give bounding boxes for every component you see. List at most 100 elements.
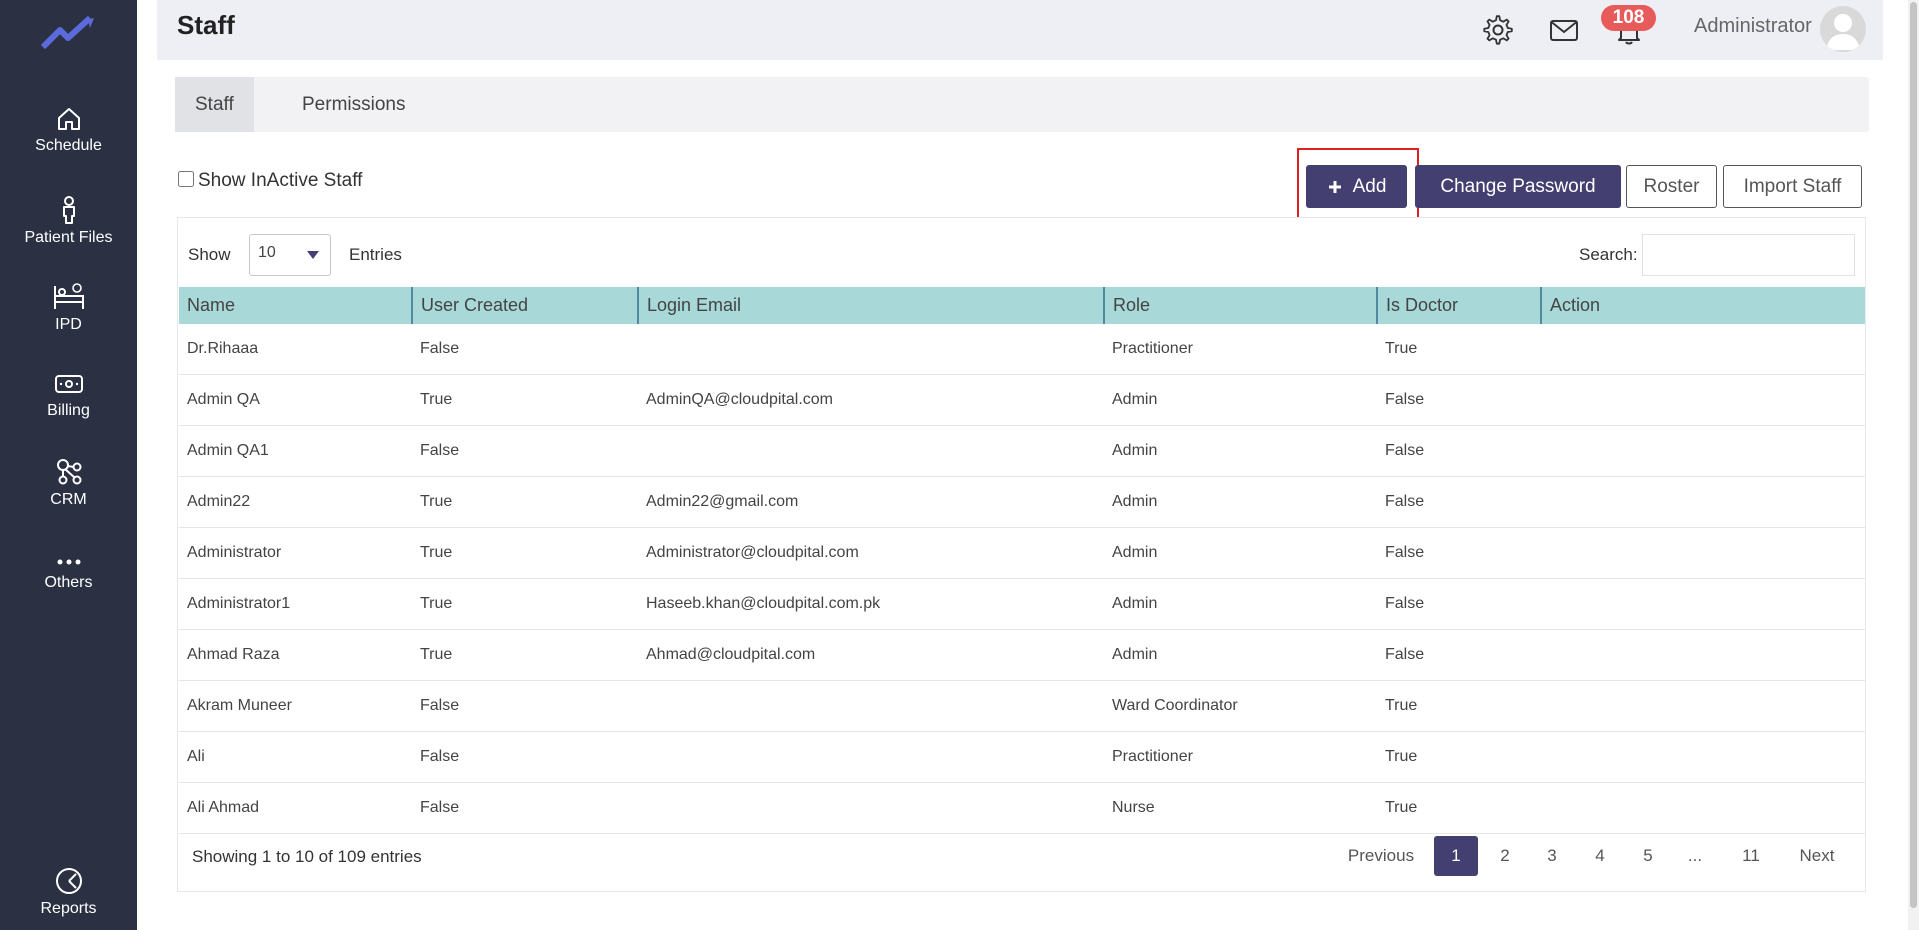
show-inactive-label: Show InActive Staff [198, 170, 363, 191]
pagination-page-4[interactable]: 4 [1578, 836, 1622, 876]
table-row[interactable]: Administrator1 True Haseeb.khan@cloudpit… [179, 578, 1865, 630]
table-info-text: Showing 1 to 10 of 109 entries [192, 847, 422, 866]
cell-login-email [638, 425, 1104, 477]
show-entries-label: Show [188, 245, 231, 264]
sidebar-item-others[interactable]: Others [0, 550, 137, 592]
app-logo[interactable] [40, 14, 98, 54]
home-icon [57, 108, 80, 130]
column-header-login-email[interactable]: Login Email [637, 287, 1104, 324]
cell-is-doctor: True [1377, 731, 1541, 783]
column-header-user-created[interactable]: User Created [411, 287, 638, 324]
cell-action [1541, 324, 1865, 375]
cell-user-created: True [412, 476, 638, 528]
table-row[interactable]: Admin QA1 False Admin False [179, 425, 1865, 477]
cell-login-email [638, 782, 1104, 834]
cell-user-created: False [412, 782, 638, 834]
table-row[interactable]: Admin22 True Admin22@gmail.com Admin Fal… [179, 476, 1865, 528]
roster-button[interactable]: Roster [1626, 165, 1717, 208]
table-row[interactable]: Ahmad Raza True Ahmad@cloudpital.com Adm… [179, 629, 1865, 681]
cell-role: Admin [1104, 425, 1377, 477]
table-row[interactable]: Administrator True Administrator@cloudpi… [179, 527, 1865, 579]
cell-action [1541, 476, 1865, 528]
user-name[interactable]: Administrator [1694, 15, 1812, 38]
cell-name: Admin22 [179, 476, 412, 528]
cell-user-created: False [412, 425, 638, 477]
cell-role: Ward Coordinator [1104, 680, 1377, 732]
show-inactive-checkbox[interactable] [178, 171, 194, 187]
cell-action [1541, 374, 1865, 426]
change-password-button[interactable]: Change Password [1415, 165, 1621, 208]
pagination-page-11[interactable]: 11 [1725, 836, 1777, 876]
pagination-ellipsis: ... [1687, 846, 1703, 865]
pagination-page-1[interactable]: 1 [1434, 836, 1478, 876]
show-inactive-toggle[interactable]: Show InActive Staff [178, 170, 362, 192]
cell-name: Admin QA [179, 374, 412, 426]
top-header: Staff 108 Administrator [157, 0, 1883, 60]
column-header-role[interactable]: Role [1103, 287, 1377, 324]
sidebar-item-label: Reports [40, 900, 97, 917]
cell-user-created: True [412, 578, 638, 630]
sidebar-item-schedule[interactable]: Schedule [0, 105, 137, 155]
table-row[interactable]: Akram Muneer False Ward Coordinator True [179, 680, 1865, 732]
cell-role: Practitioner [1104, 731, 1377, 783]
cell-role: Admin [1104, 578, 1377, 630]
cash-icon [54, 375, 83, 393]
cell-action [1541, 680, 1865, 732]
page-title: Staff [177, 10, 235, 40]
cell-login-email [638, 731, 1104, 783]
column-header-name[interactable]: Name [179, 287, 412, 324]
network-icon [56, 459, 81, 485]
column-header-action[interactable]: Action [1540, 287, 1865, 324]
pagination-next[interactable]: Next [1787, 836, 1847, 876]
cell-is-doctor: False [1377, 425, 1541, 477]
cell-login-email [638, 324, 1104, 375]
sidebar-item-label: CRM [50, 491, 87, 508]
sidebar-item-billing[interactable]: Billing [0, 370, 137, 420]
sidebar-item-ipd[interactable]: IPD [0, 282, 137, 334]
cell-user-created: False [412, 680, 638, 732]
table-row[interactable]: Ali False Practitioner True [179, 731, 1865, 783]
notification-badge[interactable]: 108 [1601, 5, 1656, 31]
sidebar-item-patient-files[interactable]: Patient Files [0, 195, 137, 247]
cell-action [1541, 425, 1865, 477]
table-row[interactable]: Ali Ahmad False Nurse True [179, 782, 1865, 834]
cell-action [1541, 578, 1865, 630]
sidebar-item-label: Billing [47, 402, 90, 419]
sidebar-item-label: IPD [55, 316, 82, 333]
page-scrollbar-thumb[interactable] [1910, 2, 1917, 908]
cell-action [1541, 731, 1865, 783]
entries-label: Entries [349, 245, 402, 264]
pagination-page-5[interactable]: 5 [1626, 836, 1670, 876]
cell-login-email: Haseeb.khan@cloudpital.com.pk [638, 578, 1104, 630]
pagination-previous[interactable]: Previous [1340, 836, 1422, 876]
import-staff-button[interactable]: Import Staff [1723, 165, 1862, 208]
mail-icon[interactable] [1548, 14, 1580, 46]
cell-is-doctor: False [1377, 527, 1541, 579]
cell-is-doctor: True [1377, 680, 1541, 732]
search-label: Search: [1579, 245, 1638, 264]
cell-name: Dr.Rihaaa [179, 324, 412, 375]
person-icon [62, 196, 75, 224]
cell-role: Admin [1104, 476, 1377, 528]
avatar[interactable] [1820, 6, 1866, 52]
cell-role: Admin [1104, 629, 1377, 681]
table-row[interactable]: Admin QA True AdminQA@cloudpital.com Adm… [179, 374, 1865, 426]
tab-staff[interactable]: Staff [175, 77, 254, 132]
pagination-page-2[interactable]: 2 [1483, 836, 1527, 876]
tab-permissions[interactable]: Permissions [282, 77, 425, 132]
staff-table: Name User Created Login Email Role Is Do… [179, 287, 1865, 834]
pagination-page-3[interactable]: 3 [1530, 836, 1574, 876]
cell-is-doctor: False [1377, 374, 1541, 426]
gear-icon[interactable] [1482, 14, 1514, 46]
entries-per-page-select[interactable]: 10 [249, 234, 331, 276]
cell-role: Nurse [1104, 782, 1377, 834]
column-header-is-doctor[interactable]: Is Doctor [1376, 287, 1541, 324]
sidebar-item-crm[interactable]: CRM [0, 457, 137, 509]
sidebar-item-label: Others [44, 574, 93, 591]
search-input[interactable] [1642, 234, 1855, 276]
pie-chart-icon [55, 868, 82, 894]
sidebar-item-reports[interactable]: Reports [0, 866, 137, 918]
table-row[interactable]: Dr.Rihaaa False Practitioner True [179, 324, 1865, 375]
cell-name: Akram Muneer [179, 680, 412, 732]
cell-login-email [638, 680, 1104, 732]
